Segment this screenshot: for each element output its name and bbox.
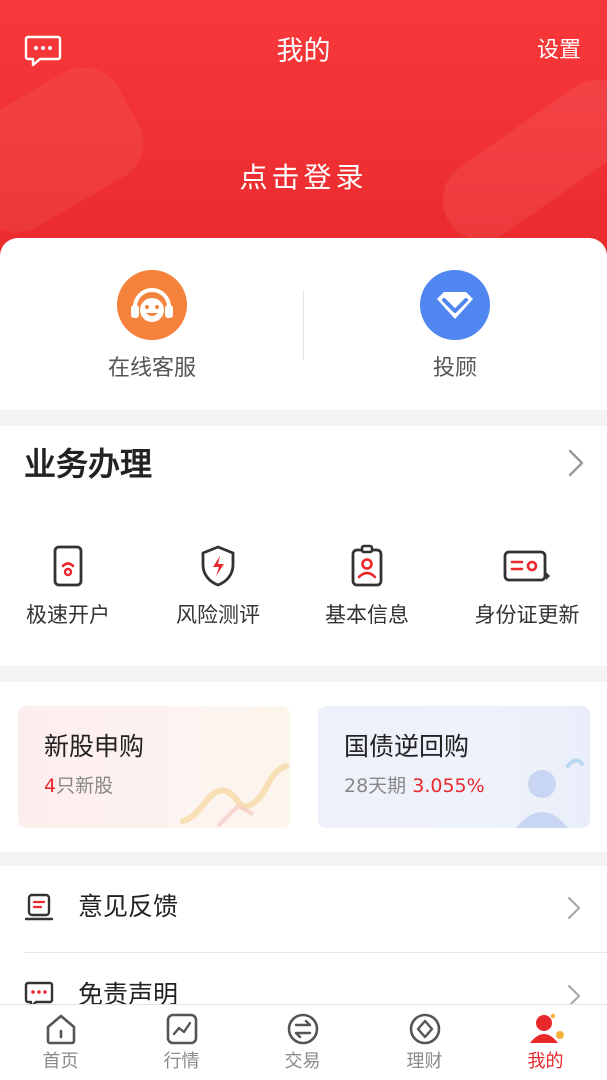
id-card-icon	[503, 550, 550, 582]
diamond-icon	[420, 270, 490, 340]
chevron-right-icon	[567, 896, 581, 920]
tab-label: 行情	[163, 1051, 200, 1072]
tab-label: 理财	[406, 1051, 443, 1072]
settings-button[interactable]: 设置	[537, 36, 581, 66]
promo-section: 新股申购 4只新股 国债逆回购 28天期 3.055%	[0, 682, 607, 852]
page-title: 我的	[276, 36, 331, 67]
repo-rate: 3.055%	[412, 775, 485, 797]
promo-title: 国债逆回购	[344, 732, 470, 761]
chart-decoration-icon	[180, 763, 289, 828]
divider	[303, 290, 304, 360]
user-icon	[529, 1013, 564, 1043]
promo-subtitle: 4只新股	[44, 772, 113, 800]
bottom-tab-bar: 首页 行情 交易 理财 我的	[0, 1004, 607, 1080]
ipo-count: 4	[44, 775, 57, 797]
chevron-right-icon[interactable]	[567, 448, 585, 478]
tab-market[interactable]: 行情	[121, 1011, 242, 1075]
biz-item-risk-assessment[interactable]: 风险测评	[142, 544, 294, 630]
market-chart-icon	[166, 1013, 197, 1045]
business-section: 业务办理 极速开户 风险测评 基本信息 身份证更新	[0, 426, 607, 666]
id-badge-icon	[351, 544, 383, 587]
tab-label: 交易	[284, 1051, 321, 1072]
repo-term: 28天期	[344, 775, 407, 797]
tab-label: 我的	[527, 1051, 564, 1072]
home-icon	[46, 1014, 75, 1045]
promo-subtitle: 28天期 3.055%	[344, 772, 485, 800]
biz-item-basic-info[interactable]: 基本信息	[291, 544, 443, 630]
ipo-count-unit: 只新股	[56, 775, 114, 797]
wealth-icon	[409, 1013, 440, 1045]
service-label: 在线客服	[107, 356, 196, 381]
tab-wealth[interactable]: 理财	[364, 1011, 485, 1075]
exchange-icon	[287, 1013, 318, 1045]
service-label: 投顾	[432, 356, 477, 381]
tab-label: 首页	[42, 1051, 79, 1072]
divider	[24, 952, 607, 953]
tab-trade[interactable]: 交易	[242, 1011, 363, 1075]
biz-item-label: 风险测评	[176, 603, 260, 627]
ipo-subscription-card[interactable]: 新股申购 4只新股	[18, 706, 290, 828]
feedback-icon	[24, 892, 54, 922]
biz-item-label: 基本信息	[325, 603, 409, 627]
advisor-button[interactable]: 投顾	[355, 270, 555, 384]
list-item-feedback[interactable]: 意见反馈	[0, 866, 607, 953]
section-title: 业务办理	[24, 445, 153, 483]
login-button[interactable]: 点击登录	[0, 158, 607, 198]
biz-item-open-account[interactable]: 极速开户	[0, 544, 144, 630]
banner-decoration	[0, 53, 158, 247]
reverse-repo-card[interactable]: 国债逆回购 28天期 3.055%	[318, 706, 590, 828]
biz-item-label: 极速开户	[26, 603, 110, 627]
biz-item-label: 身份证更新	[474, 603, 580, 627]
shield-bolt-icon	[201, 545, 235, 587]
service-card: 在线客服 投顾	[0, 238, 607, 410]
person-decoration-icon	[516, 758, 584, 828]
tab-mine[interactable]: 我的	[485, 1011, 606, 1075]
list-item-label: 意见反馈	[78, 892, 179, 921]
promo-title: 新股申购	[44, 732, 145, 761]
tab-home[interactable]: 首页	[0, 1011, 121, 1075]
online-service-button[interactable]: 在线客服	[52, 270, 252, 384]
phone-account-icon	[53, 545, 83, 587]
headset-face-icon	[117, 270, 187, 340]
biz-item-id-update[interactable]: 身份证更新	[451, 544, 603, 630]
